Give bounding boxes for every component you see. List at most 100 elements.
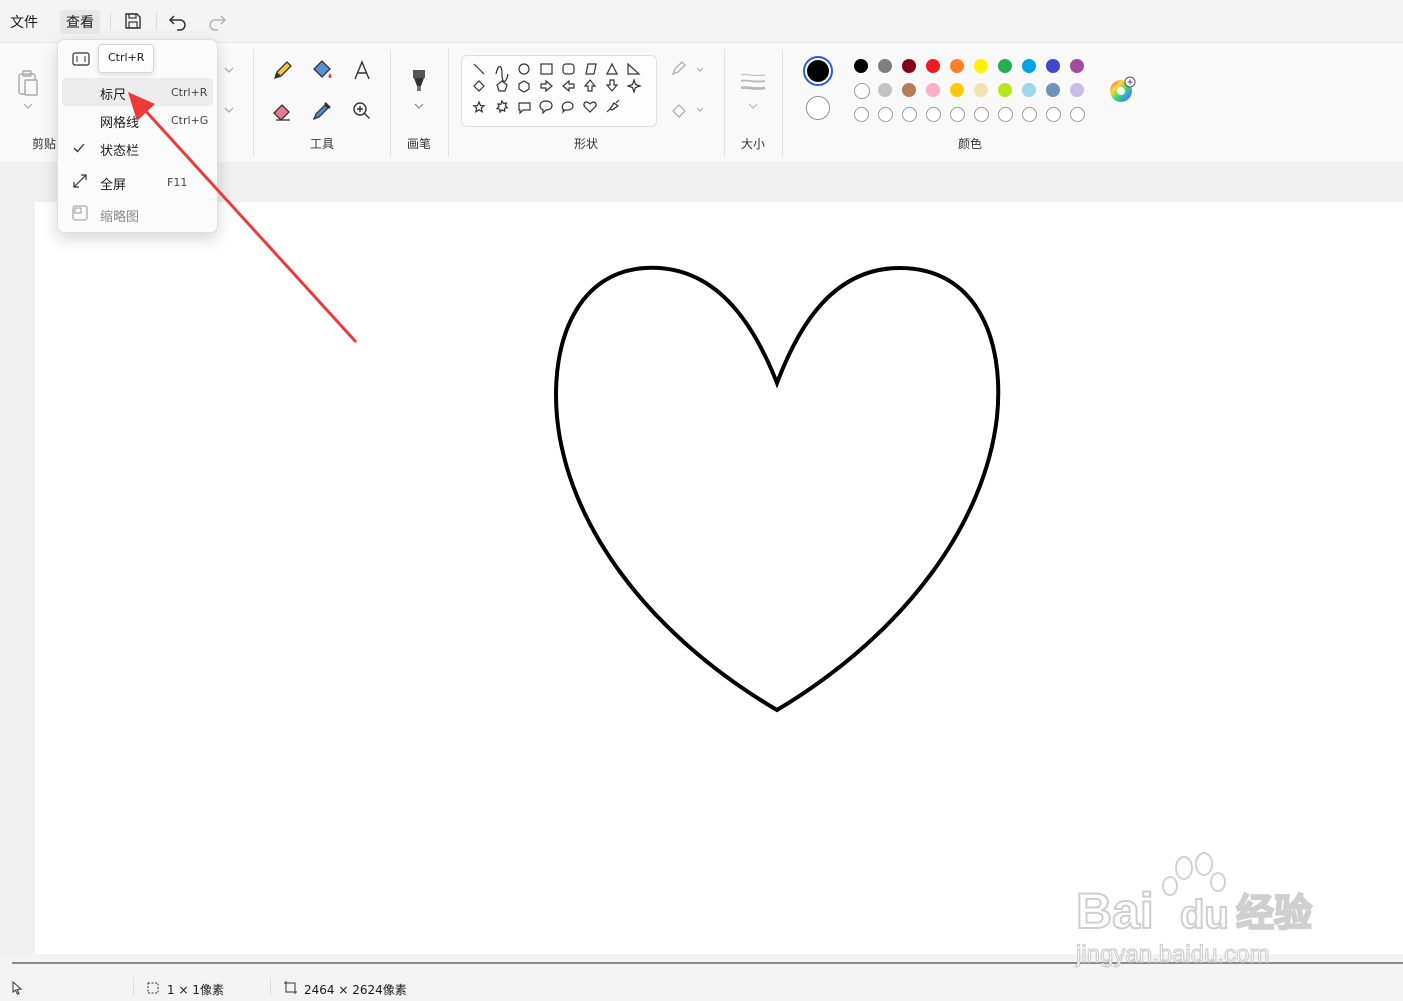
checkmark-icon — [73, 143, 85, 153]
watermark-brand-suffix: du — [1180, 893, 1229, 937]
chevron-down-icon[interactable] — [413, 101, 425, 111]
hexagon-shape-icon — [518, 80, 530, 93]
color-swatch[interactable] — [998, 107, 1013, 122]
color-swatch[interactable] — [854, 107, 869, 122]
secondary-color-slot[interactable] — [806, 96, 830, 120]
curve-shape-icon — [495, 65, 509, 83]
menu-item-fullscreen[interactable]: 全屏 F11 — [62, 168, 213, 196]
shapes-icons[interactable] — [470, 60, 650, 122]
color-swatch[interactable] — [974, 59, 988, 73]
group-label-shapes: 形状 — [573, 137, 599, 151]
right-triangle-shape-icon — [627, 62, 641, 75]
color-swatch[interactable] — [1022, 83, 1036, 97]
fullscreen-icon — [73, 174, 87, 188]
paste-icon[interactable] — [15, 69, 41, 99]
outline-dropdown-icon[interactable] — [670, 61, 704, 79]
color-swatch[interactable] — [1070, 107, 1085, 122]
color-swatch[interactable] — [1046, 107, 1061, 122]
chevron-down-icon[interactable] — [223, 65, 235, 75]
eraser-icon[interactable] — [268, 97, 296, 125]
selection-size-text: 1 × 1像素 — [167, 983, 224, 997]
menu-item-ruler[interactable]: 标尺 Ctrl+R — [62, 78, 213, 106]
color-picker-icon[interactable] — [308, 97, 336, 125]
color-swatch[interactable] — [926, 107, 941, 122]
ribbon-separator — [782, 49, 783, 157]
oval-shape-icon — [518, 63, 530, 75]
color-swatch[interactable] — [902, 83, 916, 97]
color-swatch[interactable] — [1022, 107, 1037, 122]
menu-item-thumbnail[interactable]: 缩略图 — [62, 200, 213, 228]
chevron-down-icon[interactable] — [223, 105, 235, 115]
size-icon[interactable] — [739, 71, 767, 93]
status-separator — [270, 978, 271, 996]
primary-color-slot[interactable] — [803, 56, 833, 86]
zoom-fit-icon[interactable] — [72, 52, 90, 66]
fill-dropdown-icon[interactable] — [670, 101, 704, 119]
menu-item-statusbar[interactable]: 状态栏 — [62, 134, 213, 162]
line-shape-icon — [473, 63, 485, 75]
ribbon-separator — [448, 49, 449, 157]
pentagon-shape-icon — [496, 80, 508, 92]
ribbon-separator — [390, 49, 391, 157]
drawing-canvas[interactable] — [35, 202, 1403, 954]
group-label-size: 大小 — [740, 137, 766, 151]
save-icon[interactable] — [122, 10, 144, 32]
color-swatch[interactable] — [926, 83, 940, 97]
canvas-size-text: 2464 × 2624像素 — [304, 983, 407, 997]
fill-bucket-icon[interactable] — [308, 57, 336, 85]
text-icon[interactable] — [348, 57, 376, 85]
canvas-size-icon — [284, 981, 297, 994]
color-swatch[interactable] — [950, 59, 964, 73]
oval-callout-shape-icon — [539, 100, 553, 115]
status-separator — [133, 978, 134, 996]
color-swatch[interactable] — [1046, 83, 1060, 97]
magnifier-icon[interactable] — [348, 97, 376, 125]
color-swatch[interactable] — [998, 59, 1012, 73]
tooltip-text: Ctrl+R — [108, 51, 145, 64]
undo-icon[interactable] — [167, 10, 189, 32]
color-swatch[interactable] — [902, 59, 916, 73]
color-swatch[interactable] — [1070, 59, 1084, 73]
ribbon-separator — [724, 49, 725, 157]
color-swatch[interactable] — [854, 83, 870, 99]
color-swatch[interactable] — [878, 107, 893, 122]
color-swatch[interactable] — [1046, 59, 1060, 73]
menu-file[interactable]: 文件 — [10, 12, 38, 32]
rectangle-shape-icon — [540, 63, 553, 75]
color-swatch[interactable] — [926, 59, 940, 73]
pencil-icon[interactable] — [268, 57, 296, 85]
selection-size-icon — [147, 982, 159, 994]
color-swatch[interactable] — [878, 59, 892, 73]
brush-icon[interactable] — [405, 67, 433, 95]
heart-drawing — [554, 265, 1001, 713]
menu-item-gridlines[interactable]: 网格线 Ctrl+G — [62, 106, 213, 134]
edit-colors-icon[interactable] — [1107, 74, 1137, 104]
chevron-down-icon[interactable] — [22, 101, 34, 111]
menu-view[interactable]: 查看 — [60, 10, 100, 34]
chevron-down-icon[interactable] — [747, 101, 759, 111]
baidu-jingyan-watermark: Bai du 经验 jingyan.baidu.com — [1074, 852, 1313, 969]
diamond-shape-icon — [473, 80, 485, 92]
color-swatch[interactable] — [1070, 83, 1084, 97]
color-swatch[interactable] — [998, 83, 1012, 97]
menu-item-label: 网格线 — [100, 116, 140, 131]
cloud-callout-shape-icon — [561, 101, 574, 114]
watermark-cn: 经验 — [1236, 891, 1312, 935]
color-swatch[interactable] — [974, 107, 989, 122]
six-point-star-shape-icon — [495, 99, 509, 114]
lightning-shape-icon — [606, 99, 620, 113]
left-arrow-shape-icon — [562, 79, 575, 93]
color-swatch[interactable] — [902, 107, 917, 122]
menu-item-label: 标尺 — [100, 88, 127, 103]
color-swatch[interactable] — [1022, 59, 1036, 73]
redo-icon[interactable] — [206, 10, 228, 32]
color-swatch[interactable] — [950, 107, 965, 122]
color-swatch[interactable] — [878, 83, 892, 97]
color-swatch[interactable] — [974, 83, 988, 97]
menu-separator — [110, 12, 111, 30]
color-swatch[interactable] — [854, 59, 868, 73]
watermark-brand: Bai — [1076, 883, 1154, 939]
color-swatch[interactable] — [950, 83, 964, 97]
menu-bar: 文件 查看 — [0, 0, 1403, 42]
watermark-url: jingyan.baidu.com — [1075, 941, 1269, 968]
